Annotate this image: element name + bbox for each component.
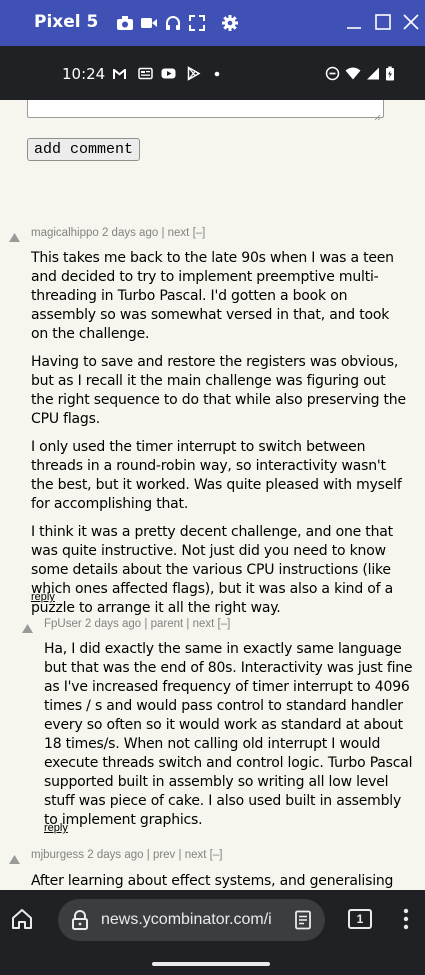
- wifi-icon: [345, 66, 361, 81]
- emulator-title: Pixel 5: [34, 12, 99, 32]
- battery-icon: [385, 66, 400, 81]
- comment-age[interactable]: 2 days ago: [85, 618, 141, 630]
- comment-collapse-toggle[interactable]: [–]: [193, 227, 206, 239]
- comment-collapse-toggle[interactable]: [–]: [210, 849, 223, 861]
- add-comment-button[interactable]: add comment: [27, 138, 141, 161]
- comment-paragraph: This takes me back to the late 90s when …: [31, 250, 394, 342]
- tab-switcher-button[interactable]: 1: [348, 909, 372, 929]
- comment-paragraph: After learning about effect systems, and…: [31, 873, 394, 889]
- meta-separator: |: [161, 227, 165, 239]
- status-time: 10:24: [62, 65, 106, 83]
- comment-next-link[interactable]: next: [185, 849, 207, 861]
- close-icon[interactable]: [401, 12, 421, 32]
- gmail-icon: [112, 66, 127, 81]
- comment-text: This takes me back to the late 90s when …: [31, 249, 408, 627]
- minimize-icon[interactable]: [344, 12, 364, 32]
- headphones-icon[interactable]: [164, 14, 182, 32]
- upvote-arrow-icon[interactable]: [22, 620, 33, 633]
- meta-separator: |: [186, 618, 190, 630]
- comment-meta: magicalhippo 2 days ago | next [–]: [31, 227, 205, 239]
- upvote-arrow-icon[interactable]: [9, 229, 20, 242]
- notification-dot-icon: [212, 66, 227, 81]
- home-icon[interactable]: [10, 907, 34, 931]
- comment-prev-link[interactable]: prev: [153, 849, 175, 861]
- meta-separator: |: [146, 849, 150, 861]
- camera-icon[interactable]: [116, 14, 134, 32]
- gesture-nav-bar: [0, 950, 425, 975]
- comment-meta: mjburgess 2 days ago | prev | next [–]: [31, 849, 222, 861]
- comment-next-link[interactable]: next: [193, 618, 215, 630]
- comment-text: Ha, I did exactly the same in exactly sa…: [44, 640, 418, 839]
- comment-next-link[interactable]: next: [168, 227, 190, 239]
- comment-collapse-toggle[interactable]: [–]: [218, 618, 231, 630]
- resize-grip-icon[interactable]: [374, 108, 381, 121]
- comment-user[interactable]: mjburgess: [31, 849, 84, 861]
- comment-paragraph: I think it was a pretty decent challenge…: [31, 524, 393, 616]
- comment-paragraph: Ha, I did exactly the same in exactly sa…: [44, 641, 413, 828]
- reader-mode-icon[interactable]: [293, 910, 313, 930]
- settings-gear-icon[interactable]: [221, 14, 239, 32]
- news-icon: [138, 66, 153, 81]
- fullscreen-icon[interactable]: [188, 14, 206, 32]
- comment-text: After learning about effect systems, and…: [31, 872, 408, 890]
- comment-paragraph: I only used the timer interrupt to switc…: [31, 439, 402, 512]
- browser-toolbar: news.ycombinator.com/i 1: [0, 890, 425, 950]
- comment-parent-link[interactable]: parent: [151, 618, 184, 630]
- do-not-disturb-icon: [325, 66, 340, 81]
- comment-textarea[interactable]: [27, 100, 384, 121]
- lock-icon[interactable]: [70, 909, 90, 931]
- comment-user[interactable]: magicalhippo: [31, 227, 99, 239]
- youtube-icon: [161, 66, 176, 81]
- meta-separator: |: [144, 618, 148, 630]
- reply-link[interactable]: reply: [44, 822, 68, 834]
- comment-age[interactable]: 2 days ago: [87, 849, 143, 861]
- home-gesture-handle[interactable]: [152, 962, 270, 966]
- video-icon[interactable]: [140, 14, 158, 32]
- comment-paragraph: Having to save and restore the registers…: [31, 354, 406, 427]
- maximize-icon[interactable]: [373, 12, 393, 32]
- status-bar: 10:24: [0, 46, 425, 100]
- comment-user[interactable]: FpUser: [44, 618, 82, 630]
- reply-link[interactable]: reply: [31, 591, 55, 603]
- comment-age[interactable]: 2 days ago: [102, 227, 158, 239]
- cell-signal-icon: [365, 66, 380, 81]
- meta-separator: |: [178, 849, 182, 861]
- web-content: add comment magicalhippo 2 days ago | ne…: [0, 100, 425, 890]
- overflow-menu-icon[interactable]: [398, 907, 414, 931]
- emulator-title-bar: Pixel 5: [0, 0, 425, 46]
- upvote-arrow-icon[interactable]: [9, 851, 20, 864]
- play-store-icon: [186, 66, 201, 81]
- url-text[interactable]: news.ycombinator.com/i: [101, 911, 281, 929]
- comment-meta: FpUser 2 days ago | parent | next [–]: [44, 618, 230, 630]
- address-bar[interactable]: news.ycombinator.com/i: [58, 899, 325, 941]
